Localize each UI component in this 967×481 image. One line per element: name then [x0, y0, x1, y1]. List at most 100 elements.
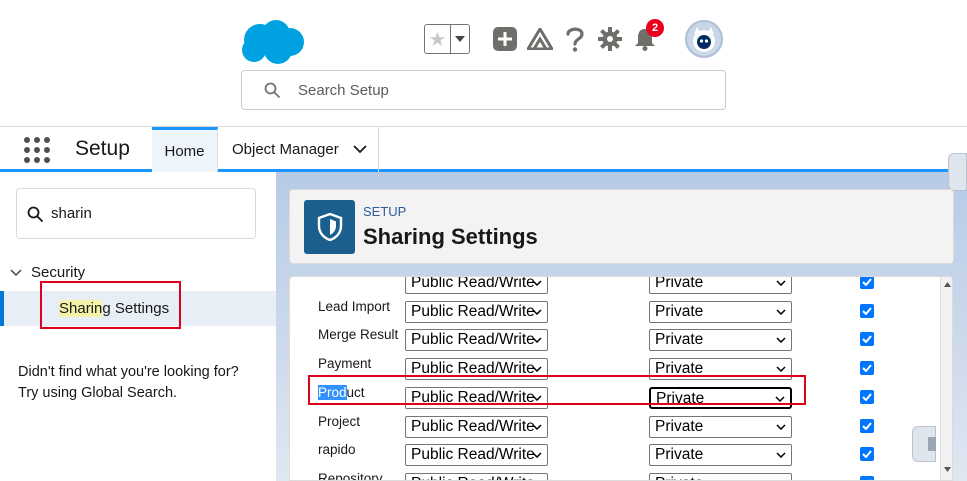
select-value: Private	[655, 331, 704, 349]
caret-down-icon	[776, 337, 786, 344]
object-name: rapido	[318, 442, 356, 458]
collapse-panel-tab[interactable]	[948, 153, 967, 191]
check-icon	[862, 364, 872, 373]
vertical-scrollbar[interactable]	[940, 277, 952, 480]
grant-access-hierarchy-checkbox[interactable]	[860, 475, 874, 480]
notifications-button[interactable]: 2	[628, 19, 664, 56]
scroll-down-arrow-icon[interactable]	[944, 467, 951, 472]
annotation-red-box	[308, 375, 806, 405]
default-internal-access-select[interactable]: Public Read/Write	[405, 472, 548, 480]
favorites-dropdown-button[interactable]	[451, 25, 469, 53]
favorites-group: ★	[424, 24, 470, 54]
setup-search-box[interactable]	[241, 70, 726, 110]
caret-down-icon	[776, 423, 786, 430]
gear-icon	[598, 27, 622, 51]
default-internal-access-select[interactable]: Public Read/Write	[405, 329, 548, 352]
default-external-access-select[interactable]: Private	[649, 276, 792, 294]
caret-down-icon	[532, 452, 542, 459]
quick-find-box[interactable]	[16, 188, 256, 239]
table-row: rapido Public Read/Write Private	[290, 441, 940, 470]
table-row: Project Public Read/Write Private	[290, 413, 940, 442]
app-name: Setup	[75, 137, 130, 160]
select-value: Private	[655, 276, 704, 291]
select-value: Public Read/Write	[411, 475, 535, 480]
shield-icon	[317, 213, 342, 241]
expand-panel-tab[interactable]	[912, 426, 936, 462]
help-button[interactable]	[558, 22, 592, 56]
check-icon	[862, 307, 872, 315]
default-external-access-select[interactable]: Private	[649, 329, 792, 352]
setup-search-input[interactable]	[298, 81, 678, 99]
check-icon	[862, 335, 872, 344]
select-value: Public Read/Write	[411, 417, 535, 435]
app-navigation-bar: Setup Home Object Manager	[0, 127, 967, 172]
caret-down-icon	[532, 280, 542, 286]
grant-access-hierarchy-checkbox[interactable]	[860, 447, 874, 462]
table-row: Lead Import Public Read/Write Private	[290, 298, 940, 327]
question-icon	[566, 27, 584, 52]
caret-down-icon	[776, 280, 786, 286]
global-actions-button[interactable]	[488, 22, 522, 56]
grant-access-hierarchy-checkbox[interactable]	[860, 277, 874, 289]
tree-section-security[interactable]: Security	[10, 264, 85, 281]
setup-tree-panel: Security Sharing Settings Didn't find wh…	[0, 172, 276, 481]
default-external-access-select[interactable]: Private	[649, 472, 792, 480]
annotation-red-box	[40, 281, 181, 329]
shield-icon-tile	[304, 200, 355, 254]
chevron-down-icon[interactable]	[353, 145, 367, 154]
caret-down-icon	[532, 337, 542, 344]
caret-down-icon	[532, 366, 542, 373]
tab-object-manager[interactable]: Object Manager	[219, 127, 379, 172]
global-header: ★ 2	[0, 0, 967, 127]
check-icon	[862, 278, 872, 286]
global-search-hint: Didn't find what you're looking for? Try…	[18, 362, 268, 404]
default-external-access-select[interactable]: Private	[649, 415, 792, 438]
table-row: Merge Result Public Read/Write Private	[290, 326, 940, 355]
check-icon	[862, 421, 872, 430]
table-row: Public Read/Write Private	[290, 276, 940, 298]
user-avatar[interactable]	[685, 20, 723, 58]
search-icon	[264, 82, 280, 98]
scroll-up-arrow-icon[interactable]	[944, 282, 951, 287]
favorite-star-icon[interactable]: ★	[425, 25, 451, 53]
select-value: Public Read/Write	[411, 331, 535, 349]
default-external-access-select[interactable]: Private	[649, 300, 792, 323]
plus-icon	[493, 27, 517, 51]
caret-down-icon	[776, 366, 786, 373]
tab-home[interactable]: Home	[152, 127, 218, 172]
setup-gear-button[interactable]	[593, 22, 627, 56]
grant-access-hierarchy-checkbox[interactable]	[860, 303, 874, 318]
select-value: Public Read/Write	[411, 276, 535, 291]
setup-page: ★ 2 Search Setup Setup Home Object Manag…	[0, 0, 967, 481]
select-value: Private	[655, 417, 704, 435]
object-name: Project	[318, 413, 361, 429]
default-external-access-select[interactable]: Private	[649, 444, 792, 467]
default-internal-access-select[interactable]: Public Read/Write	[405, 415, 548, 438]
select-value: Private	[655, 475, 703, 480]
caret-down-icon	[776, 309, 786, 315]
tree-section-label: Security	[31, 264, 86, 281]
grant-access-hierarchy-checkbox[interactable]	[860, 361, 874, 376]
default-internal-access-select[interactable]: Public Read/Write	[405, 444, 548, 467]
check-icon	[862, 450, 872, 459]
grant-access-hierarchy-checkbox[interactable]	[860, 418, 874, 433]
check-icon	[862, 393, 872, 401]
default-internal-access-select[interactable]: Public Read/Write	[405, 300, 548, 323]
page-header: SETUP Sharing Settings	[289, 189, 954, 264]
object-name: Repository	[318, 470, 383, 481]
chevron-down-icon	[10, 268, 22, 276]
grant-access-hierarchy-checkbox[interactable]	[860, 332, 874, 347]
tab-object-manager-label: Object Manager	[232, 141, 339, 158]
select-value: Private	[655, 302, 704, 320]
astro-avatar-icon	[693, 27, 715, 52]
salesforce-cloud-logo[interactable]	[240, 18, 306, 66]
default-internal-access-select[interactable]: Public Read/Write	[405, 276, 548, 294]
quick-find-input[interactable]	[51, 205, 231, 222]
hint-line-2: Try using Global Search.	[18, 385, 178, 401]
app-launcher-icon[interactable]	[24, 137, 50, 163]
table-row: Repository Public Read/Write Private	[290, 470, 940, 481]
trailhead-button[interactable]	[523, 22, 557, 56]
search-icon	[27, 206, 43, 222]
page-eyebrow: SETUP	[363, 204, 407, 219]
grant-access-hierarchy-checkbox[interactable]	[860, 389, 874, 404]
